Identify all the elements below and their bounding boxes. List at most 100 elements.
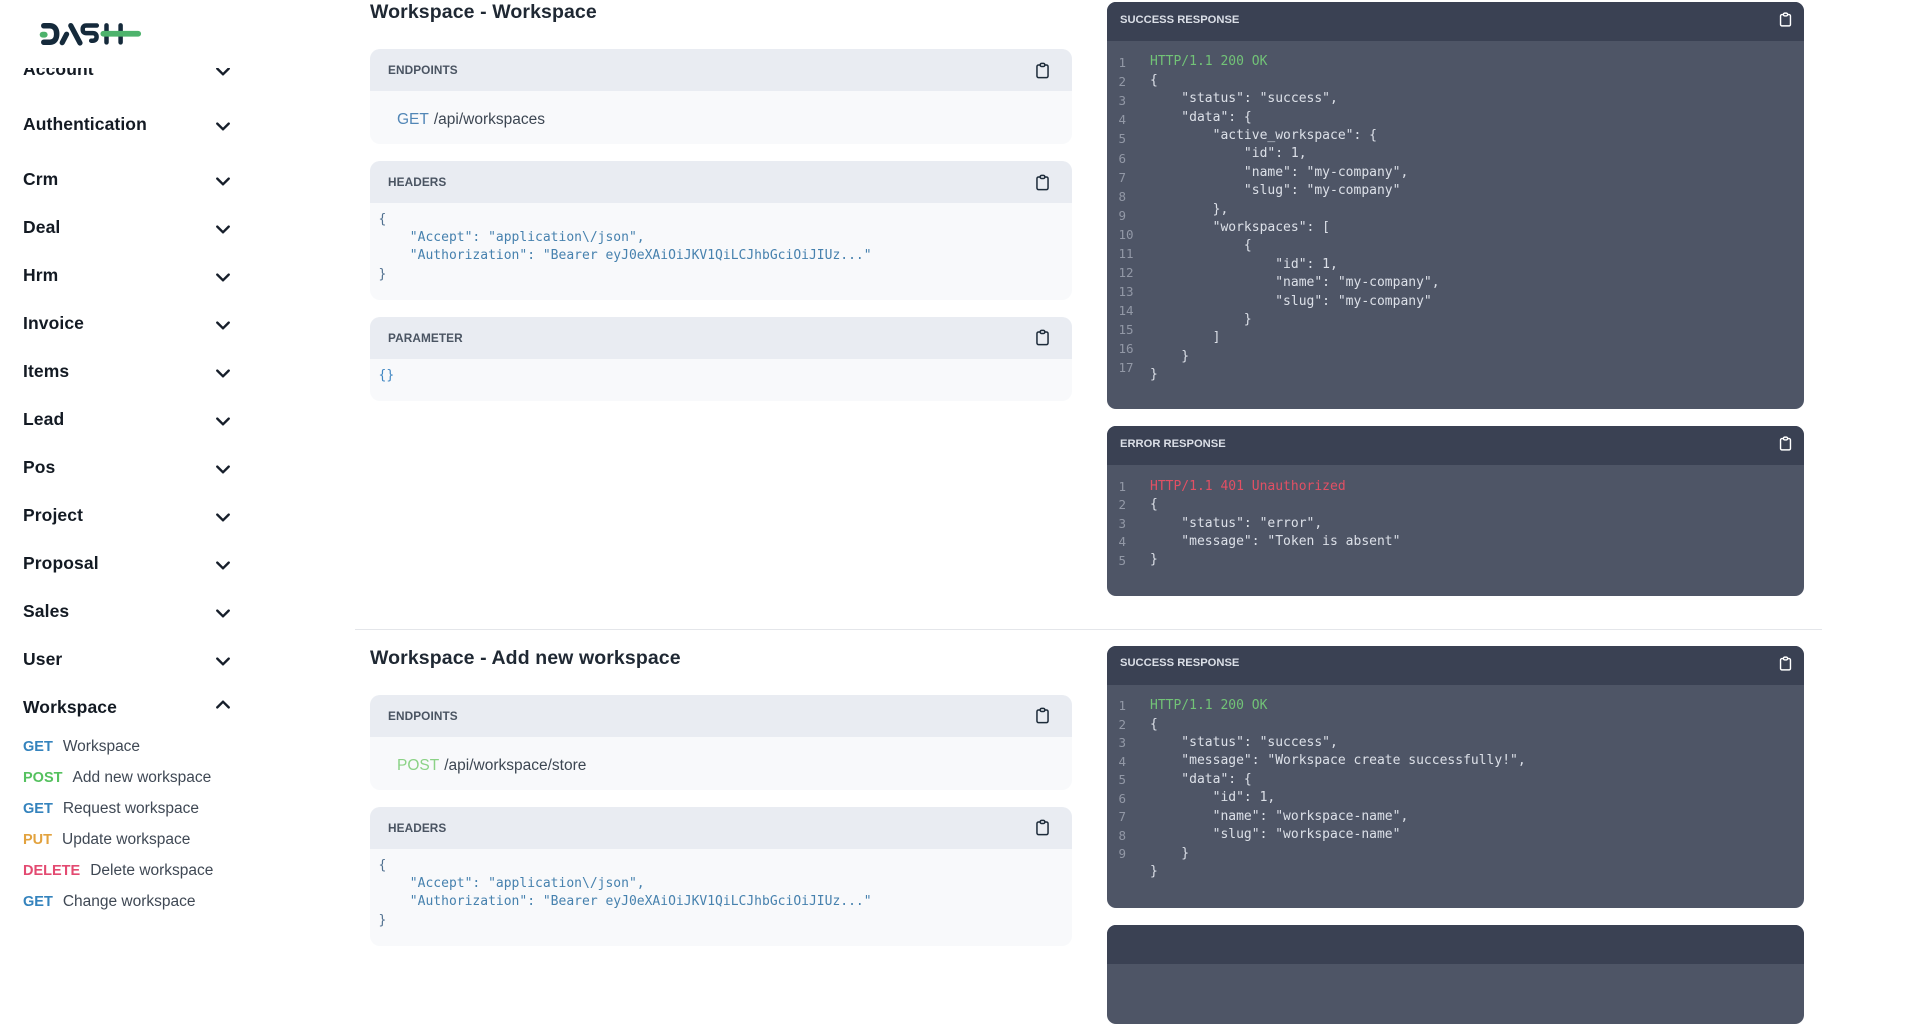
code-line: "id": 1, [1150, 256, 1440, 274]
sidebar-item-invoice[interactable]: Invoice [0, 299, 355, 347]
sidebar-item-workspace[interactable]: Workspace [0, 683, 355, 731]
sidebar-subitem-label: Update workspace [62, 831, 190, 849]
sidebar-item-pos[interactable]: Pos [0, 443, 355, 491]
section-title: Workspace - Add new workspace [370, 647, 1072, 670]
line-number: 5 [1119, 771, 1136, 790]
sidebar-subitem-label: Delete workspace [90, 862, 213, 880]
http-method-badge: GET [23, 801, 53, 817]
copy-icon[interactable] [1777, 11, 1794, 28]
sidebar-item-crm[interactable]: Crm [0, 155, 355, 203]
chevron-down-icon [216, 177, 230, 186]
sidebar-item-user[interactable]: User [0, 635, 355, 683]
response-header: SUCCESS RESPONSE [1107, 646, 1804, 685]
line-number: 4 [1119, 753, 1136, 772]
code-line: { [1150, 716, 1526, 734]
line-numbers [1119, 976, 1136, 1024]
sidebar-item-items[interactable]: Items [0, 347, 355, 395]
panel-body: GET/api/workspaces [370, 91, 1072, 144]
sidebar-subitem-label: Change workspace [63, 893, 196, 911]
line-number: 3 [1119, 91, 1136, 110]
endpoint-path: /api/workspace/store [444, 757, 586, 775]
sidebar-item-lead[interactable]: Lead [0, 395, 355, 443]
sidebar-item-proposal[interactable]: Proposal [0, 539, 355, 587]
doc-section: Workspace - WorkspaceENDPOINTSGET/api/wo… [355, 0, 1822, 596]
sidebar-item-label: Sales [23, 601, 69, 622]
http-method-badge: PUT [23, 832, 52, 848]
line-numbers: 12345 [1119, 478, 1136, 596]
code-line: "workspaces": [ [1150, 219, 1440, 237]
code-line: "slug": "workspace-name" [1150, 826, 1526, 844]
code-line: { [1150, 237, 1440, 255]
doc-section: Workspace - Add new workspaceENDPOINTSPO… [355, 646, 1822, 1024]
sidebar-item-account[interactable]: Account [0, 68, 355, 93]
sidebar-item-project[interactable]: Project [0, 491, 355, 539]
line-number: 6 [1119, 790, 1136, 809]
copy-icon[interactable] [1033, 61, 1052, 80]
code-line: "name": "my-company", [1150, 164, 1440, 182]
panel-title: ENDPOINTS [388, 709, 1033, 723]
code-line: HTTP/1.1 200 OK [1150, 53, 1440, 71]
sidebar-subitem-label: Add new workspace [72, 769, 211, 787]
copy-icon[interactable] [1777, 435, 1794, 452]
sidebar-subitem-delete-workspace[interactable]: DELETEDelete workspace [0, 855, 355, 886]
copy-icon[interactable] [1033, 706, 1052, 725]
sidebar-item-authentication[interactable]: Authentication [0, 100, 355, 148]
code-line: "message": "Workspace create successfull… [1150, 752, 1526, 770]
line-number: 11 [1119, 244, 1136, 263]
line-number: 6 [1119, 149, 1136, 168]
line-number: 3 [1119, 734, 1136, 753]
response-code: HTTP/1.1 200 OK{ "status": "success", "m… [1150, 697, 1526, 908]
chevron-down-icon [216, 122, 230, 131]
copy-icon[interactable] [1033, 328, 1052, 347]
sidebar-item-label: Workspace [23, 697, 117, 718]
sidebar-item-deal[interactable]: Deal [0, 203, 355, 251]
response-body: 1234567891011121314151617HTTP/1.1 200 OK… [1107, 41, 1804, 409]
line-number: 12 [1119, 263, 1136, 282]
sidebar-menu: Account Authentication Crm Deal HrmInvoiceIt… [0, 68, 355, 930]
line-number: 4 [1119, 533, 1136, 552]
panel-title: HEADERS [388, 821, 1033, 835]
brand-logo[interactable] [37, 21, 143, 47]
code-line: "id": 1, [1150, 145, 1440, 163]
panel-header: ENDPOINTS [370, 49, 1072, 91]
response-title: SUCCESS RESPONSE [1120, 657, 1777, 669]
copy-icon[interactable] [1033, 818, 1052, 837]
sidebar-subitem-update-workspace[interactable]: PUT Update workspace [0, 824, 355, 855]
section-divider [355, 629, 1822, 630]
sidebar-subitem-add-new-workspace[interactable]: POSTAdd new workspace [0, 762, 355, 793]
sidebar-item-label: Project [23, 505, 83, 526]
sidebar-item-label: Proposal [23, 553, 99, 574]
sidebar-item-label: Deal [23, 217, 60, 238]
panel-header: ENDPOINTS [370, 695, 1072, 737]
sidebar-subitem-change-workspace[interactable]: GET Change workspace [0, 886, 355, 917]
sidebar-item-sales[interactable]: Sales [0, 587, 355, 635]
copy-icon[interactable] [1777, 655, 1794, 672]
line-number: 3 [1119, 515, 1136, 534]
line-number: 17 [1119, 358, 1136, 377]
copy-icon[interactable] [1033, 173, 1052, 192]
http-method-badge: GET [23, 894, 53, 910]
code-line: "status": "success", [1150, 734, 1526, 752]
chevron-down-icon [216, 513, 230, 522]
main-content: Workspace - WorkspaceENDPOINTSGET/api/wo… [355, 0, 1822, 1024]
chevron-down-icon [216, 465, 230, 474]
code-line: "status": "success", [1150, 90, 1440, 108]
parameter-panel: PARAMETER{} [370, 317, 1072, 401]
code-line: } [1150, 366, 1440, 384]
response-panel: SUCCESS RESPONSE123456789101112131415161… [1107, 2, 1804, 409]
chevron-down-icon [216, 321, 230, 330]
line-number: 10 [1119, 225, 1136, 244]
chevron-down-icon [216, 273, 230, 282]
headers-json: { "Accept": "application\/json", "Author… [370, 203, 1072, 284]
sidebar-item-hrm[interactable]: Hrm [0, 251, 355, 299]
line-number: 13 [1119, 282, 1136, 301]
sidebar: Account Authentication Crm Deal HrmInvoiceIt… [0, 0, 355, 930]
sidebar-subitem-workspace[interactable]: GETWorkspace [0, 731, 355, 762]
code-line: "data": { [1150, 109, 1440, 127]
chevron-down-icon [216, 417, 230, 426]
panel-header: HEADERS [370, 161, 1072, 203]
sidebar-subitem-request-workspace[interactable]: GETRequest workspace [0, 793, 355, 824]
code-line: "name": "workspace-name", [1150, 808, 1526, 826]
line-number: 1 [1119, 53, 1136, 72]
code-line: "data": { [1150, 771, 1526, 789]
